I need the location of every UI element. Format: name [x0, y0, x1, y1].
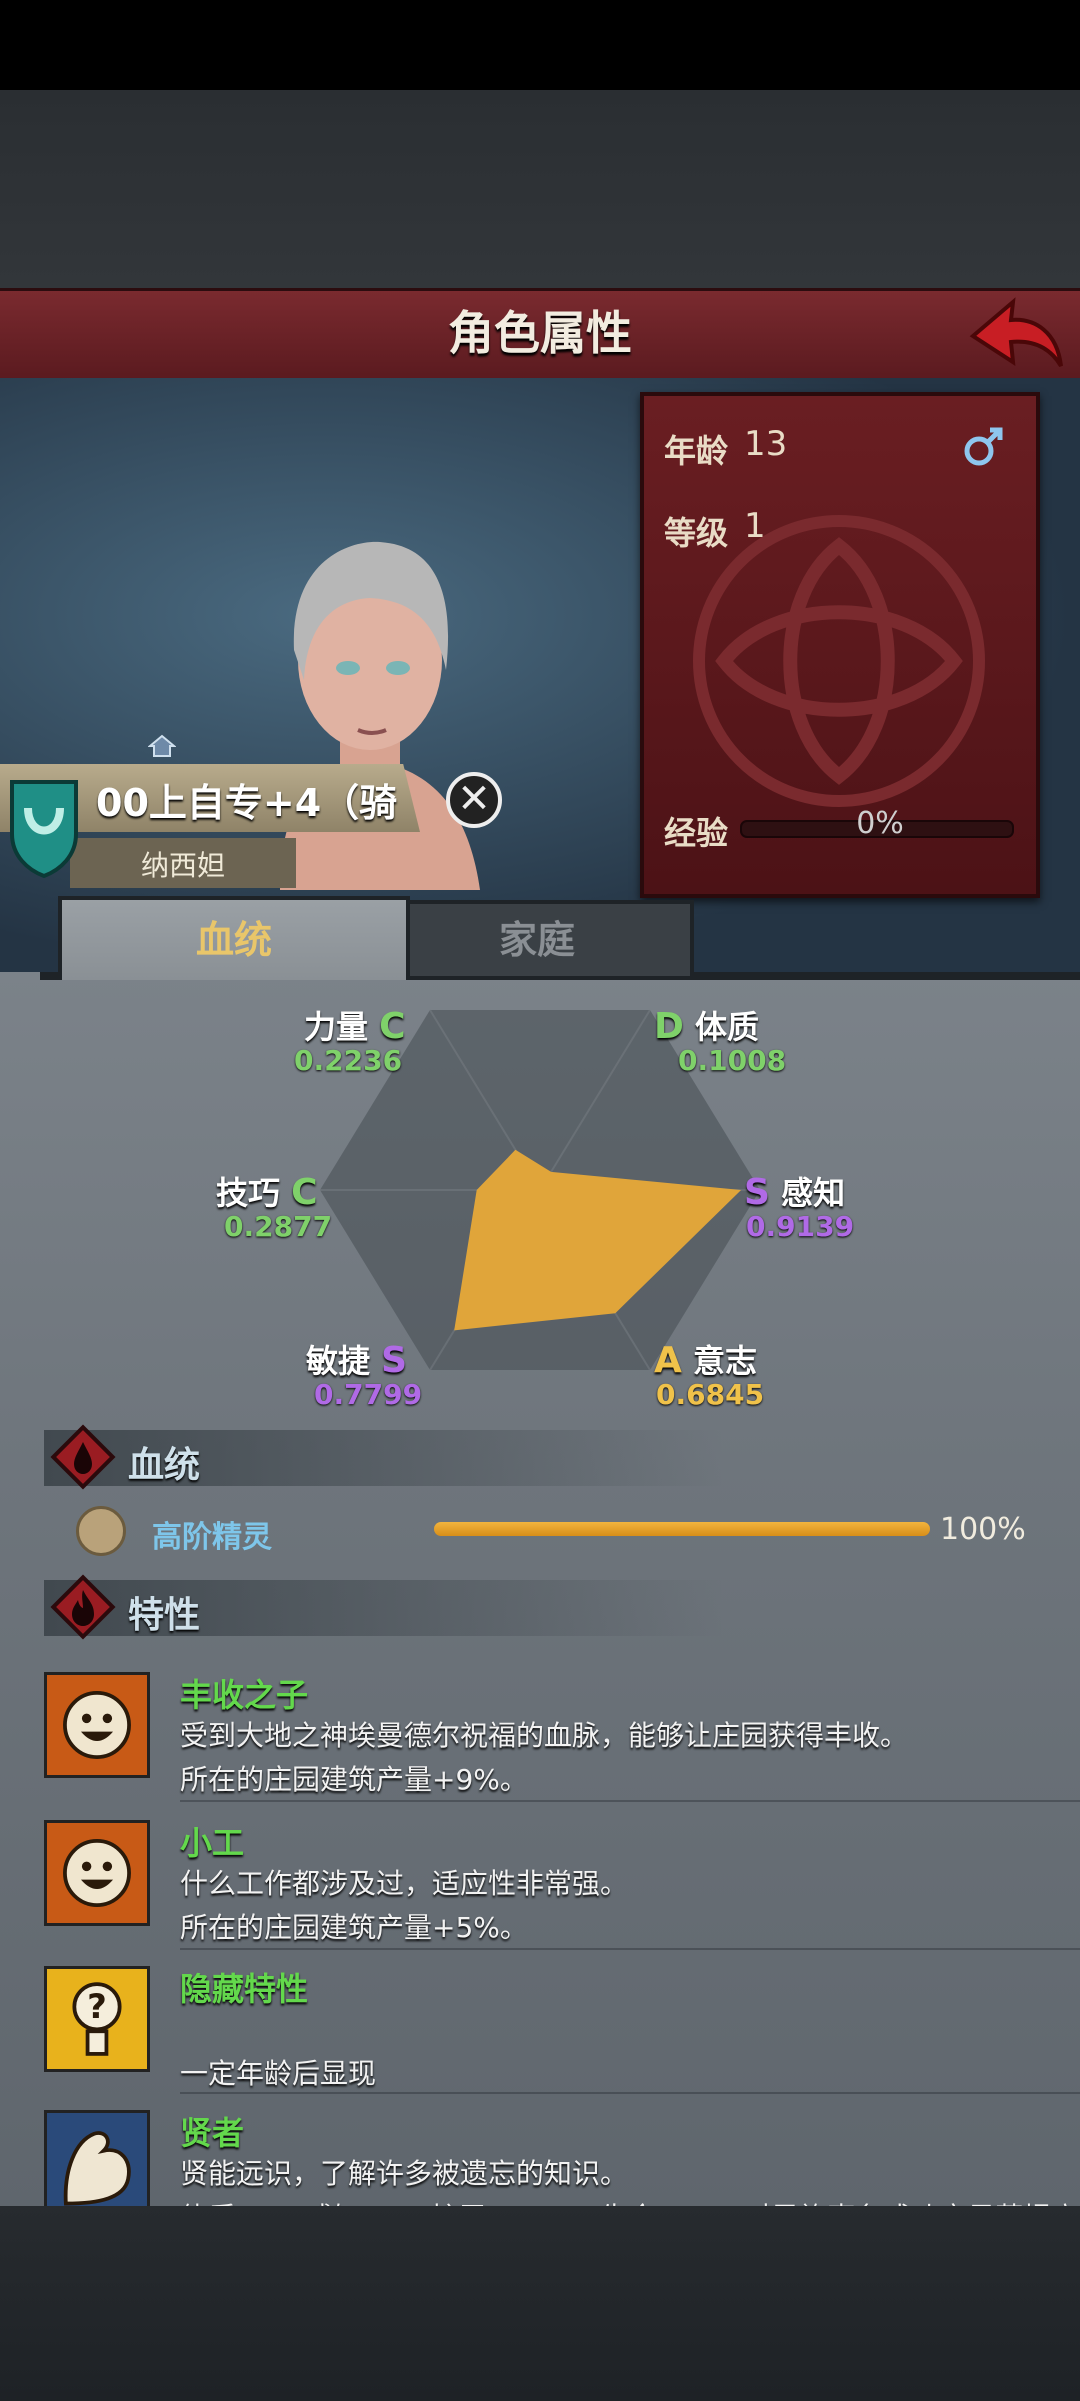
smiley-sun-icon — [44, 1820, 150, 1926]
stat-constitution-value: 0.1008 — [678, 1044, 787, 1077]
trait-description: 贤能远识，了解许多被遗忘的知识。 — [180, 2157, 629, 2190]
tab-bloodline[interactable]: 血统 — [58, 896, 410, 980]
tab-family[interactable]: 家庭 — [380, 900, 694, 980]
flame-icon — [50, 1574, 116, 1640]
character-portrait — [280, 541, 480, 890]
male-symbol-icon — [964, 427, 1003, 466]
exp-value: 0% — [856, 806, 904, 841]
trait-effect: 所在的庄园建筑产量+5%。 — [180, 1911, 528, 1944]
house-icon — [148, 734, 176, 757]
stat-agility: 敏捷 S — [306, 1340, 408, 1381]
divider — [180, 1800, 1080, 1802]
question-mark-icon: ? — [44, 1966, 150, 2072]
character-subtitle: 纳西妲 — [140, 849, 225, 882]
svg-text:?: ? — [87, 1987, 107, 2027]
level-value: 1 — [744, 506, 766, 546]
tab-bar: 家庭 血统 — [40, 896, 700, 980]
bloodline-percent: 100% — [940, 1512, 1026, 1547]
bloodline-section-title: 血统 — [128, 1445, 201, 1486]
age-label: 年龄 — [664, 432, 729, 470]
stat-strength-value: 0.2236 — [294, 1044, 403, 1077]
smiley-sun-icon — [44, 1672, 150, 1778]
trait-description: 受到大地之神埃曼德尔祝福的血脉，能够让庄园获得丰收。 — [180, 1719, 909, 1752]
divider — [180, 1948, 1080, 1950]
stat-constitution: D 体质 — [654, 1006, 760, 1047]
trait-item[interactable]: 小工 什么工作都涉及过，适应性非常强。 所在的庄园建筑产量+5%。 — [40, 1820, 1080, 1960]
status-bar-area — [0, 0, 1080, 90]
age-value: 13 — [744, 424, 788, 464]
blood-drop-icon — [50, 1424, 116, 1490]
level-label: 等级 — [664, 514, 729, 552]
bottom-background — [0, 2206, 1080, 2401]
trait-effect: 一定年龄后显现 — [180, 2057, 377, 2090]
bloodline-progress-bar — [434, 1522, 930, 1536]
trait-item[interactable]: 丰收之子 受到大地之神埃曼德尔祝福的血脉，能够让庄园获得丰收。 所在的庄园建筑产… — [40, 1672, 1080, 1812]
stat-perception: S 感知 — [744, 1172, 846, 1213]
stat-strength: 力量 C — [304, 1006, 406, 1047]
stat-agility-value: 0.7799 — [314, 1378, 423, 1411]
traits-section-title: 特性 — [128, 1595, 201, 1636]
trait-name: 小工 — [180, 1824, 245, 1862]
page-title: 角色属性 — [448, 306, 632, 360]
trait-name: 贤者 — [180, 2114, 245, 2152]
trait-effect: 所在的庄园建筑产量+9%。 — [180, 1763, 528, 1796]
back-arrow-icon[interactable] — [965, 296, 1065, 372]
bloodline-name[interactable]: 高阶精灵 — [152, 1512, 272, 1556]
stat-skill: 技巧 C — [216, 1172, 318, 1213]
top-background — [0, 90, 1080, 288]
exp-label: 经验 — [664, 814, 729, 852]
high-elf-emblem-icon — [76, 1506, 126, 1556]
celtic-knot-emblem — [693, 515, 985, 807]
close-button[interactable]: ✕ — [446, 772, 502, 828]
stat-will-value: 0.6845 — [656, 1378, 765, 1411]
character-name[interactable]: 00上自专+4（骑 — [96, 772, 397, 827]
divider — [180, 2092, 1080, 2094]
flexed-arm-icon — [44, 2110, 150, 2216]
trait-item[interactable]: ? 隐藏特性 一定年龄后显现 — [40, 1966, 1080, 2106]
stat-will: A 意志 — [654, 1340, 758, 1381]
stat-perception-value: 0.9139 — [746, 1210, 855, 1243]
trait-name: 隐藏特性 — [180, 1970, 309, 2008]
trait-description: 什么工作都涉及过，适应性非常强。 — [180, 1867, 629, 1900]
stat-skill-value: 0.2877 — [224, 1210, 333, 1243]
trait-name: 丰收之子 — [180, 1676, 309, 1714]
